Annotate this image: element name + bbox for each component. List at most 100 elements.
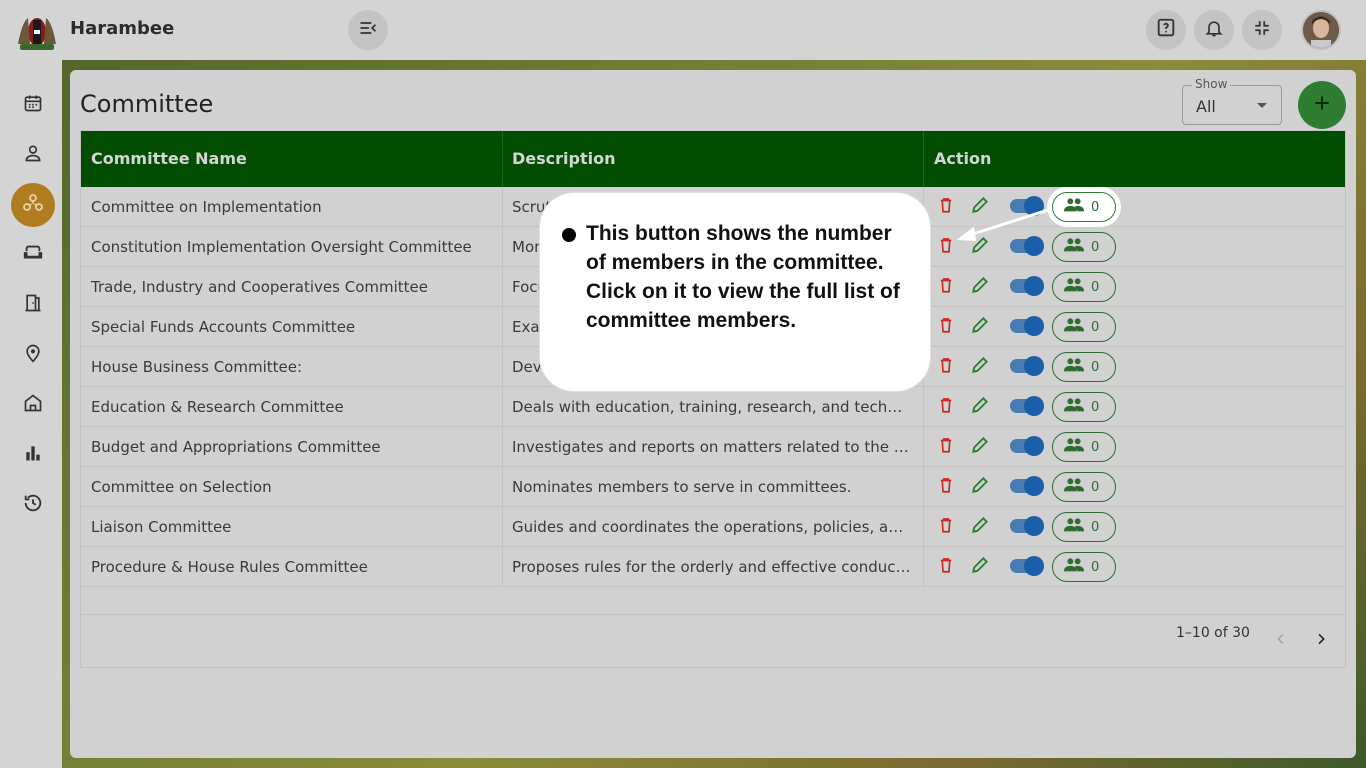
- members-count: 0: [1091, 519, 1100, 535]
- committee-name-cell: Special Funds Accounts Committee: [91, 318, 356, 336]
- active-toggle[interactable]: [1010, 516, 1044, 536]
- edit-button[interactable]: [968, 395, 992, 419]
- group-icon: [1063, 237, 1085, 257]
- table-header: Committee Name Description Action: [81, 131, 1345, 187]
- bell-icon: [1204, 18, 1224, 42]
- chevron-down-icon: [1257, 103, 1267, 108]
- sidebar-item-building[interactable]: [11, 383, 55, 427]
- toggle-knob: [1024, 276, 1044, 296]
- show-filter-label: Show: [1192, 77, 1231, 91]
- notifications-button[interactable]: [1194, 10, 1234, 50]
- committee-name-cell: Education & Research Committee: [91, 398, 344, 416]
- group-icon: [1063, 437, 1085, 457]
- description-cell: Deals with education, training, research…: [512, 398, 923, 416]
- members-button[interactable]: 0: [1052, 232, 1116, 262]
- pencil-icon: [970, 275, 990, 299]
- table-row: Committee on Selection Nominates members …: [81, 467, 1345, 507]
- sidebar-item-location[interactable]: [11, 333, 55, 377]
- edit-button[interactable]: [968, 315, 992, 339]
- members-count: 0: [1091, 479, 1100, 495]
- trash-icon: [937, 275, 955, 299]
- group-icon: [1063, 557, 1085, 577]
- tutorial-callout: This button shows the number of members …: [540, 193, 930, 391]
- delete-button[interactable]: [934, 395, 958, 419]
- sidebar-item-person[interactable]: [11, 133, 55, 177]
- delete-button[interactable]: [934, 355, 958, 379]
- active-toggle[interactable]: [1010, 436, 1044, 456]
- members-button[interactable]: 0: [1052, 472, 1116, 502]
- help-button[interactable]: [1146, 10, 1186, 50]
- add-committee-button[interactable]: [1298, 81, 1346, 129]
- members-count: 0: [1091, 399, 1100, 415]
- delete-button[interactable]: [934, 435, 958, 459]
- edit-button[interactable]: [968, 355, 992, 379]
- group-icon: [1063, 357, 1085, 377]
- edit-button[interactable]: [968, 435, 992, 459]
- coat-of-arms-logo: [12, 8, 62, 54]
- callout-arrow: [956, 208, 1049, 241]
- toggle-knob: [1024, 396, 1044, 416]
- committee-name-cell: Liaison Committee: [91, 518, 232, 536]
- header-action: Action: [934, 149, 992, 168]
- table-row: Liaison Committee Guides and coordinates …: [81, 507, 1345, 547]
- toggle-knob: [1024, 356, 1044, 376]
- delete-button[interactable]: [934, 555, 958, 579]
- sidebar-item-calendar[interactable]: [11, 83, 55, 127]
- active-toggle[interactable]: [1010, 556, 1044, 576]
- toggle-knob: [1024, 316, 1044, 336]
- delete-button[interactable]: [934, 515, 958, 539]
- members-button[interactable]: 0: [1052, 312, 1116, 342]
- committee-name-cell: Constitution Implementation Oversight Co…: [91, 238, 472, 256]
- members-count: 0: [1091, 319, 1100, 335]
- active-toggle[interactable]: [1010, 276, 1044, 296]
- active-toggle[interactable]: [1010, 396, 1044, 416]
- active-toggle[interactable]: [1010, 476, 1044, 496]
- callout-text: This button shows the number of members …: [586, 222, 900, 332]
- members-button[interactable]: 0: [1052, 432, 1116, 462]
- table-row: Procedure & House Rules Committee Propose…: [81, 547, 1345, 587]
- sidebar-item-history[interactable]: [11, 483, 55, 527]
- edit-button[interactable]: [968, 475, 992, 499]
- members-button[interactable]: 0: [1052, 192, 1116, 222]
- user-avatar[interactable]: [1301, 10, 1341, 50]
- members-button[interactable]: 0: [1052, 512, 1116, 542]
- sidebar-item-seating[interactable]: [11, 233, 55, 277]
- pencil-icon: [970, 435, 990, 459]
- edit-button[interactable]: [968, 515, 992, 539]
- committee-name-cell: Budget and Appropriations Committee: [91, 438, 381, 456]
- chevron-left-icon: [1273, 632, 1289, 651]
- door-icon: [23, 293, 43, 317]
- active-toggle[interactable]: [1010, 316, 1044, 336]
- pencil-icon: [970, 475, 990, 499]
- group-icon: [1063, 477, 1085, 497]
- chevron-right-icon: [1313, 632, 1329, 651]
- trash-icon: [937, 555, 955, 579]
- prev-page-button[interactable]: [1273, 631, 1289, 651]
- members-button[interactable]: 0: [1052, 392, 1116, 422]
- delete-button[interactable]: [934, 315, 958, 339]
- sidebar-item-reports[interactable]: [11, 433, 55, 477]
- delete-button[interactable]: [934, 275, 958, 299]
- callout-bullet: [562, 228, 576, 242]
- toggle-knob: [1024, 476, 1044, 496]
- header-description: Description: [512, 149, 616, 168]
- pencil-icon: [970, 555, 990, 579]
- sidebar-item-committee[interactable]: [11, 183, 55, 227]
- active-toggle[interactable]: [1010, 356, 1044, 376]
- pagination-info: 1–10 of 30: [1176, 625, 1250, 641]
- edit-button[interactable]: [968, 555, 992, 579]
- menu-collapse-button[interactable]: [348, 10, 388, 50]
- sidebar: [0, 60, 62, 768]
- edit-button[interactable]: [968, 275, 992, 299]
- table-row: Education & Research Committee Deals with…: [81, 387, 1345, 427]
- members-button[interactable]: 0: [1052, 352, 1116, 382]
- description-cell: Guides and coordinates the operations, p…: [512, 518, 923, 536]
- sidebar-item-door[interactable]: [11, 283, 55, 327]
- members-button[interactable]: 0: [1052, 552, 1116, 582]
- building-icon: [23, 393, 43, 417]
- delete-button[interactable]: [934, 475, 958, 499]
- fullscreen-exit-icon: [1253, 19, 1271, 41]
- fullscreen-exit-button[interactable]: [1242, 10, 1282, 50]
- next-page-button[interactable]: [1313, 631, 1329, 651]
- members-button[interactable]: 0: [1052, 272, 1116, 302]
